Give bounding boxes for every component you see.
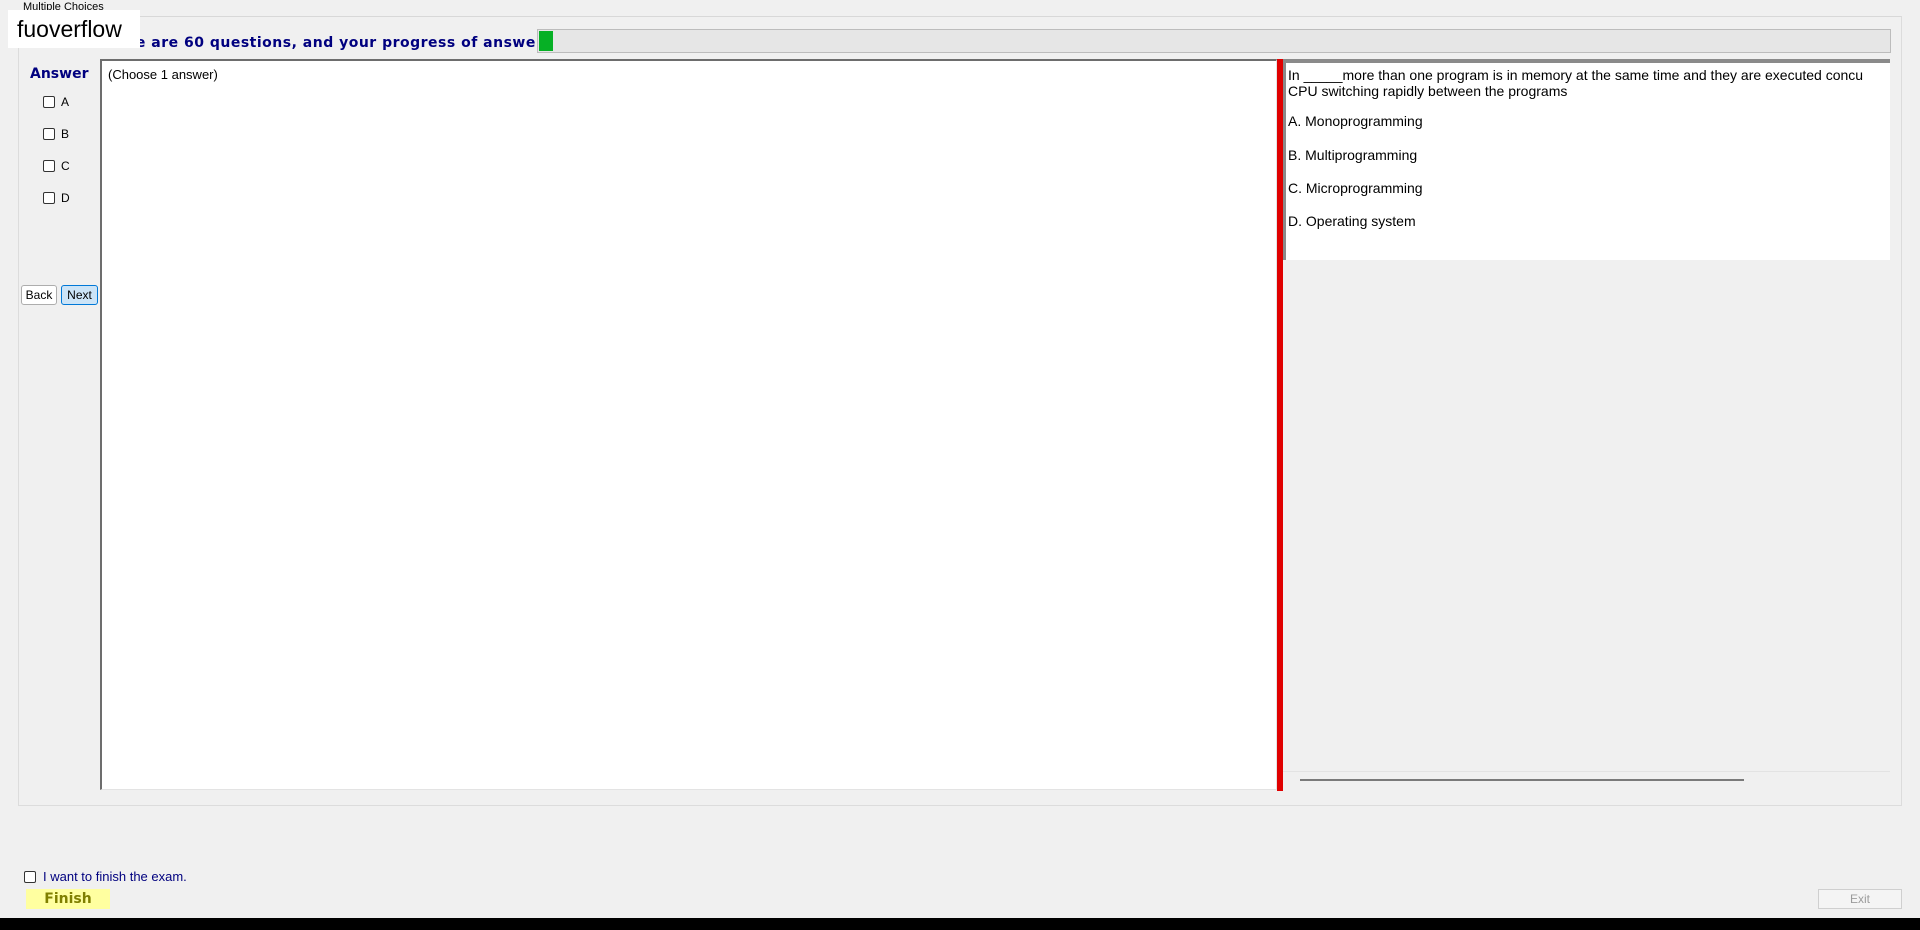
exam-window: Multiple Choices fuoverflow There are 60…: [0, 0, 1920, 930]
question-choice-d: D. Operating system: [1288, 213, 1416, 229]
question-text-line-2: CPU switching rapidly between the progra…: [1288, 83, 1568, 99]
finish-confirm[interactable]: I want to finish the exam.: [24, 869, 187, 884]
horizontal-scrollbar[interactable]: [1300, 779, 1744, 781]
answer-instruction-panel: (Choose 1 answer): [100, 59, 1277, 790]
watermark-label: fuoverflow: [8, 10, 140, 48]
question-panel: In _____more than one program is in memo…: [1283, 59, 1890, 260]
finish-confirm-label: I want to finish the exam.: [43, 869, 187, 884]
progress-label: There are 60 questions, and your progres…: [98, 35, 590, 51]
answer-checkbox-c[interactable]: [43, 160, 55, 172]
answer-checkbox-a[interactable]: [43, 96, 55, 108]
answer-option-d[interactable]: D: [43, 190, 70, 206]
question-choice-b: B. Multiprogramming: [1288, 147, 1418, 163]
answer-option-c-label: C: [61, 159, 70, 173]
answer-option-b-label: B: [61, 127, 70, 141]
answer-checkbox-b[interactable]: [43, 128, 55, 140]
answer-option-a[interactable]: A: [43, 94, 69, 110]
choose-instruction: (Choose 1 answer): [108, 67, 218, 82]
answer-option-a-label: A: [61, 95, 70, 109]
progress-bar: [537, 29, 1891, 53]
progress-bar-fill: [539, 31, 553, 51]
question-text: In _____more than one program is in memo…: [1288, 67, 1890, 99]
back-button[interactable]: Back: [21, 285, 57, 305]
answer-option-d-label: D: [61, 191, 70, 205]
question-choice-a: A. Monoprogramming: [1288, 113, 1423, 129]
answer-option-b[interactable]: B: [43, 126, 69, 142]
exit-button[interactable]: Exit: [1818, 889, 1902, 909]
answer-title: Answer: [30, 66, 89, 82]
next-button[interactable]: Next: [61, 285, 98, 305]
question-text-line-1: In _____more than one program is in memo…: [1288, 67, 1864, 83]
answer-checkbox-d[interactable]: [43, 192, 55, 204]
finish-button[interactable]: Finish: [26, 889, 110, 909]
bottom-bar: [0, 918, 1920, 930]
answer-option-c[interactable]: C: [43, 158, 70, 174]
question-choice-c: C. Microprogramming: [1288, 180, 1423, 196]
question-panel-divider: [1283, 771, 1890, 772]
question-panel-left-border: [1283, 59, 1286, 260]
finish-confirm-checkbox[interactable]: [24, 870, 36, 883]
